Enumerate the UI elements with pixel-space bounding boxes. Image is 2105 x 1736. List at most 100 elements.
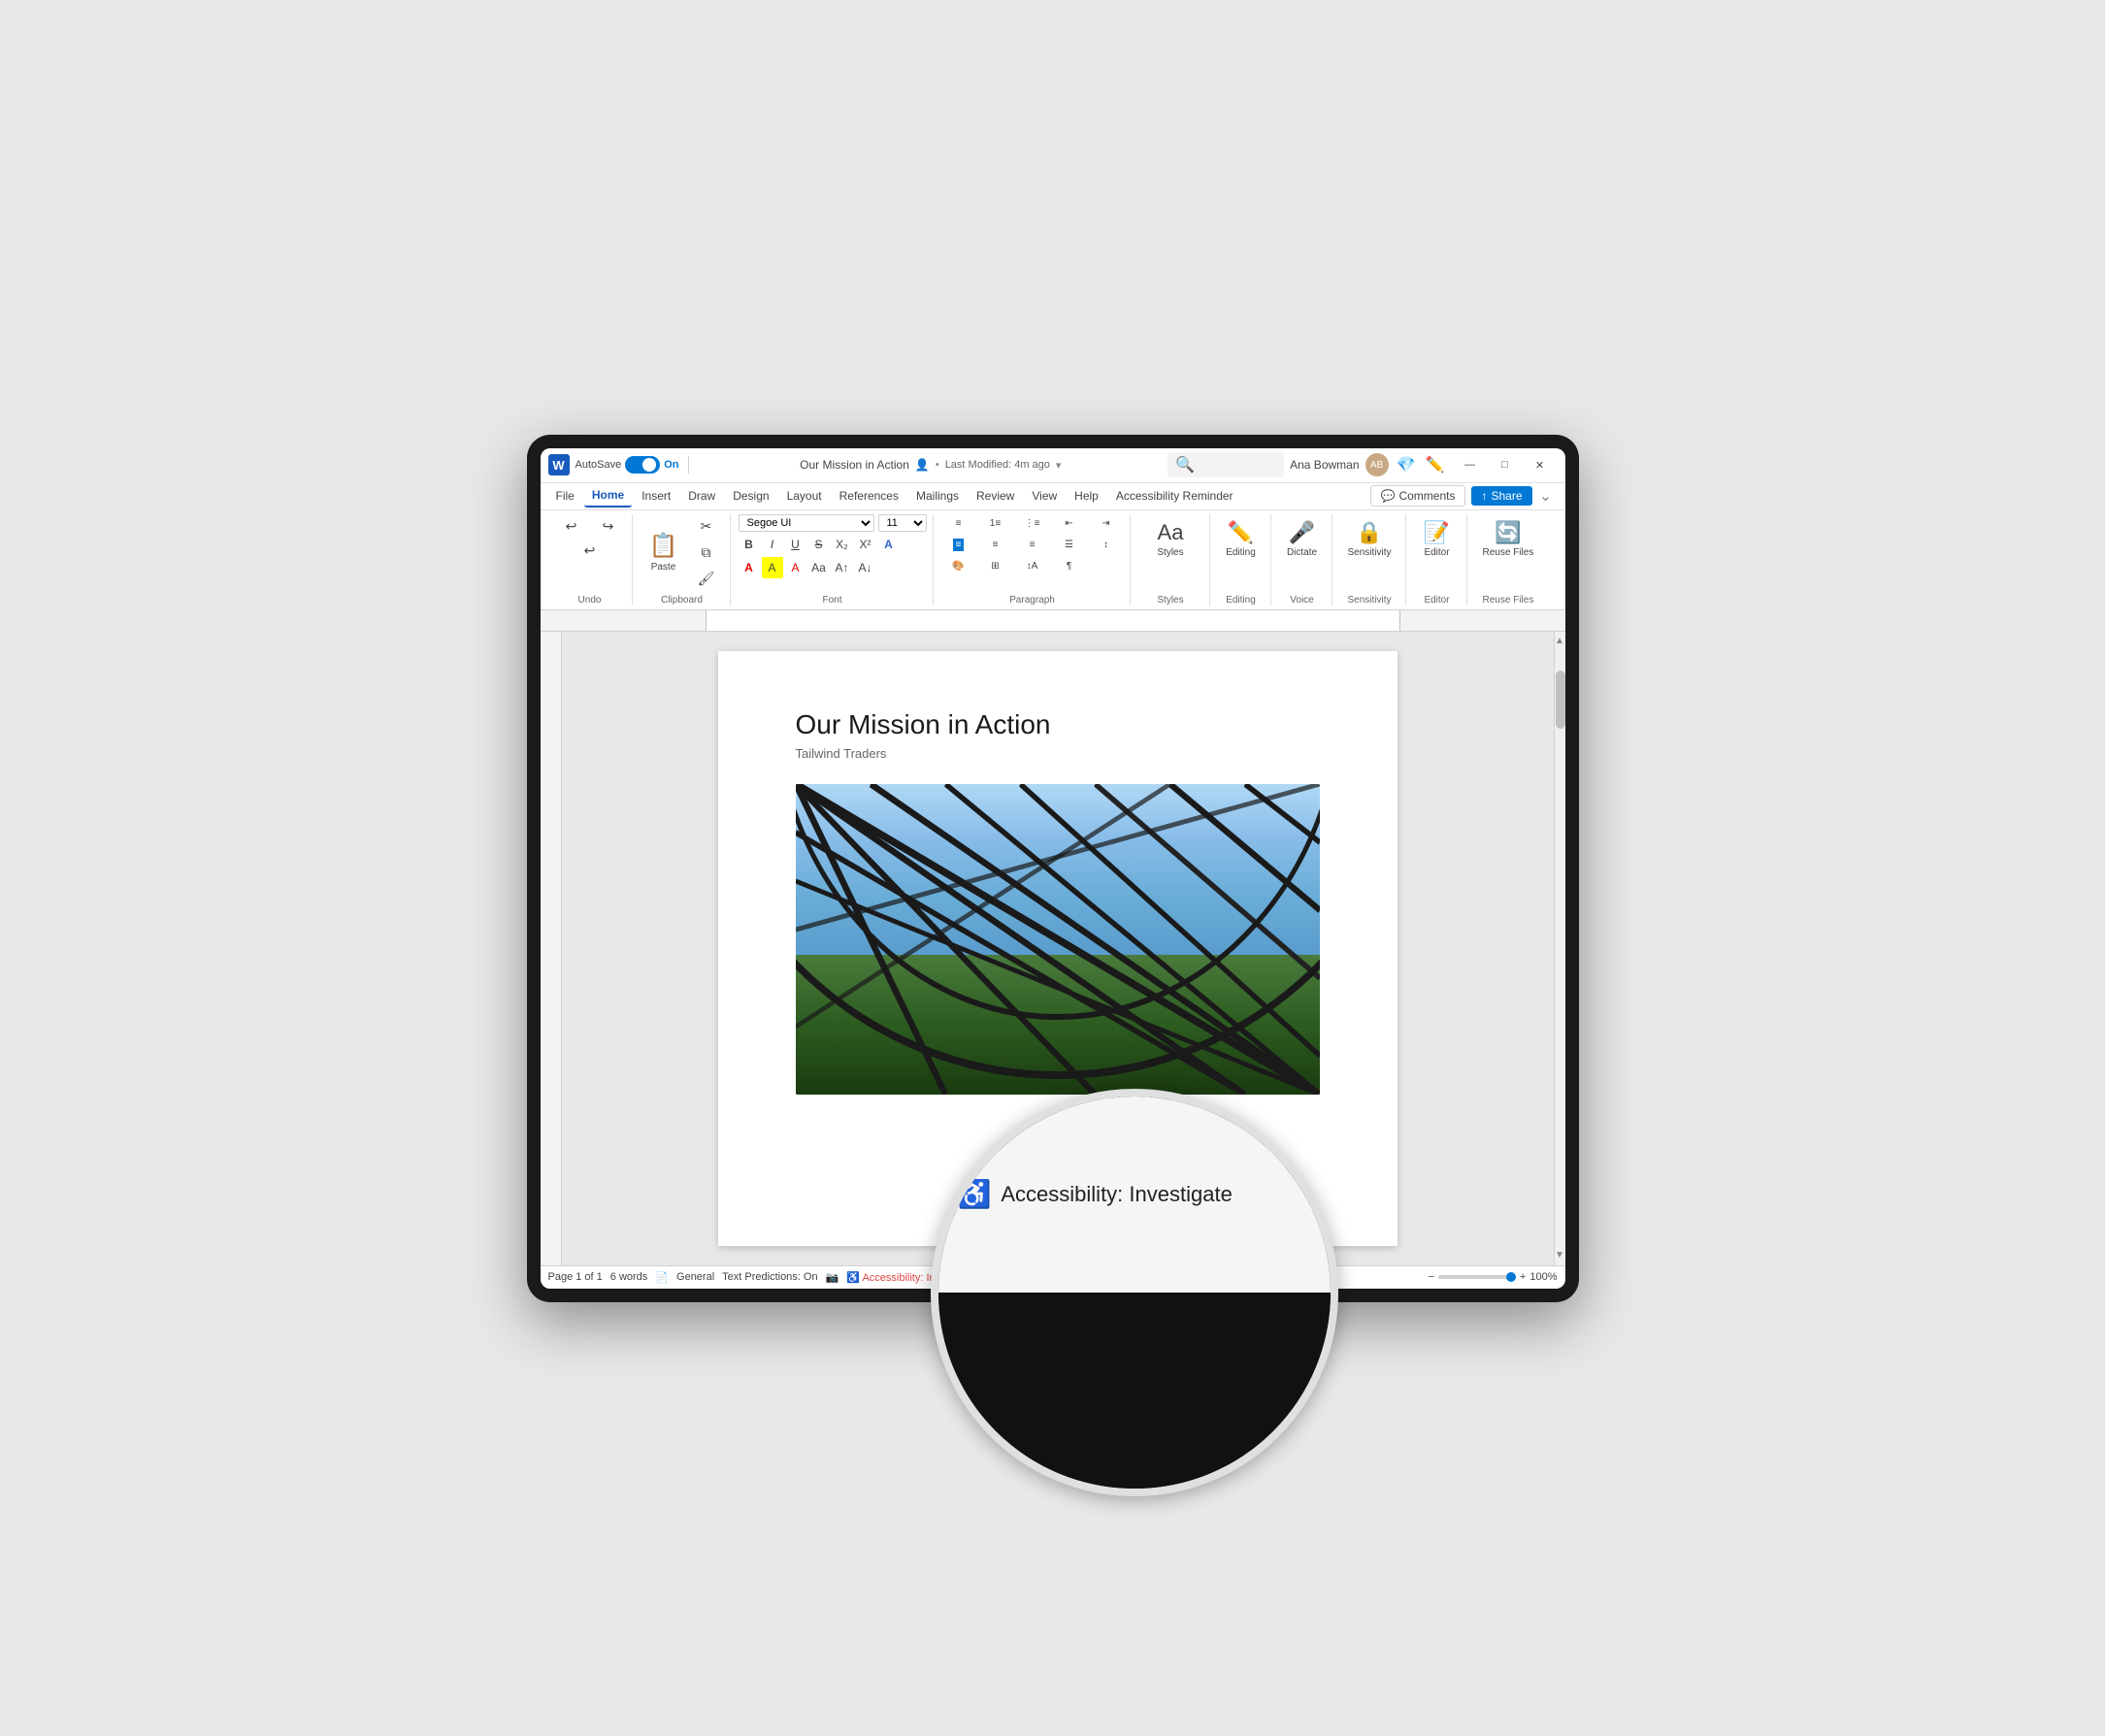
copy-button[interactable]: ⧉ — [689, 540, 724, 565]
scroll-down-button[interactable]: ▼ — [1555, 1246, 1565, 1265]
numbering-icon: 1≡ — [990, 518, 1001, 529]
undo-button2[interactable]: ↩ — [573, 539, 608, 563]
font-size-select[interactable]: 11 — [878, 514, 927, 532]
menu-item-insert[interactable]: Insert — [634, 485, 678, 507]
expand-ribbon-icon[interactable]: ⌄ — [1534, 484, 1558, 508]
menu-item-references[interactable]: References — [832, 485, 906, 507]
accessibility-icon: ♿ — [958, 1178, 992, 1210]
share-button[interactable]: ↑ Share — [1471, 486, 1531, 506]
menu-item-file[interactable]: File — [548, 485, 582, 507]
page-info: Page 1 of 1 — [548, 1271, 603, 1283]
menu-item-draw[interactable]: Draw — [680, 485, 723, 507]
ribbon: ↩ ↪ ↩ Undo 📋 Paste — [541, 510, 1565, 610]
justify-button[interactable]: ☰ — [1052, 536, 1087, 554]
align-center-button[interactable]: ≡ — [978, 536, 1013, 554]
align-right-button[interactable]: ≡ — [1015, 536, 1050, 554]
ribbon-group-editor: 📝 Editor Editor — [1408, 514, 1467, 606]
increase-indent-icon: ⇥ — [1102, 518, 1109, 529]
shading-button[interactable]: 🎨 — [941, 557, 976, 575]
editor-button[interactable]: 📝 Editor — [1414, 514, 1461, 564]
paste-button[interactable]: 📋 Paste — [641, 514, 687, 591]
align-center-icon: ≡ — [993, 540, 999, 550]
undo-button[interactable]: ↩ — [554, 514, 589, 539]
cut-button[interactable]: ✂ — [689, 514, 724, 539]
dictate-button[interactable]: 🎤 Dictate — [1279, 514, 1326, 564]
vertical-ruler — [541, 632, 562, 1265]
numbering-button[interactable]: 1≡ — [978, 514, 1013, 533]
word-count: 6 words — [610, 1271, 648, 1283]
paste-label: Paste — [651, 562, 676, 573]
paragraph-label: Paragraph — [1009, 591, 1055, 606]
scroll-thumb[interactable] — [1556, 671, 1565, 729]
maximize-button[interactable]: □ — [1488, 450, 1523, 479]
shrink-font-button[interactable]: A↓ — [855, 557, 876, 578]
editing-icon: ✏️ — [1228, 520, 1254, 545]
document-image — [796, 784, 1320, 1095]
ribbon-group-font: Segoe UI 11 B I U S X₂ X² A — [733, 514, 934, 606]
sensitivity-button[interactable]: 🔒 Sensitivity — [1340, 514, 1399, 564]
underline-button[interactable]: U — [785, 534, 806, 555]
diamond-icon[interactable]: 💎 — [1395, 453, 1418, 476]
highlight-button[interactable]: A — [762, 557, 783, 578]
increase-indent-button[interactable]: ⇥ — [1089, 514, 1124, 533]
shading-icon: 🎨 — [952, 561, 964, 572]
voice-label: Voice — [1290, 591, 1313, 606]
show-formatting-button[interactable]: ¶ — [1052, 557, 1087, 575]
close-button[interactable]: ✕ — [1523, 450, 1558, 479]
search-box[interactable]: 🔍 — [1168, 452, 1284, 477]
zoom-slider[interactable] — [1438, 1275, 1516, 1279]
bold-button[interactable]: B — [739, 534, 760, 555]
font-color-button[interactable]: A — [739, 557, 760, 578]
multilevel-button[interactable]: ⋮≡ — [1015, 514, 1050, 533]
line-spacing-button[interactable]: ↕ — [1089, 536, 1124, 554]
menu-item-mailings[interactable]: Mailings — [908, 485, 967, 507]
font-family-select[interactable]: Segoe UI — [739, 514, 874, 532]
styles-button[interactable]: Aa Styles — [1147, 514, 1194, 564]
scroll-up-button[interactable]: ▲ — [1555, 632, 1565, 651]
menu-item-help[interactable]: Help — [1067, 485, 1106, 507]
subscript-button[interactable]: X₂ — [832, 534, 853, 555]
vertical-scrollbar[interactable]: ▲ ▼ — [1554, 632, 1565, 1265]
text-effects-button[interactable]: A — [878, 534, 900, 555]
camera-icon: 📷 — [826, 1271, 839, 1284]
menu-item-layout[interactable]: Layout — [779, 485, 830, 507]
menu-bar: File Home Insert Draw Design Layout Refe… — [541, 483, 1565, 510]
comments-button[interactable]: 💬 Comments — [1370, 485, 1466, 507]
borders-button[interactable]: ⊞ — [978, 557, 1013, 575]
redo-button[interactable]: ↪ — [591, 514, 626, 539]
avatar[interactable]: AB — [1365, 453, 1389, 476]
change-case-button[interactable]: Aa — [808, 557, 830, 578]
menu-item-design[interactable]: Design — [725, 485, 776, 507]
editing-button[interactable]: ✏️ Editing — [1218, 514, 1265, 564]
sort-button[interactable]: ↕A — [1015, 557, 1050, 575]
line-spacing-icon: ↕ — [1103, 540, 1108, 550]
dropdown-chevron-icon[interactable]: ▾ — [1056, 459, 1062, 472]
decrease-indent-button[interactable]: ⇤ — [1052, 514, 1087, 533]
superscript-button[interactable]: X² — [855, 534, 876, 555]
zoom-in-button[interactable]: + — [1520, 1271, 1526, 1283]
minimize-button[interactable]: — — [1453, 450, 1488, 479]
reuse-group-label: Reuse Files — [1483, 591, 1534, 606]
pen-icon[interactable]: ✏️ — [1424, 453, 1447, 476]
menu-item-home[interactable]: Home — [584, 484, 632, 508]
font-color2-button[interactable]: A — [785, 557, 806, 578]
styles-group-label: Styles — [1157, 591, 1183, 606]
autosave-toggle[interactable] — [625, 456, 660, 474]
borders-icon: ⊞ — [991, 561, 999, 572]
scroll-track[interactable] — [1555, 748, 1565, 1246]
bullets-icon: ≡ — [956, 518, 962, 529]
strikethrough-button[interactable]: S — [808, 534, 830, 555]
zoom-out-button[interactable]: − — [1428, 1271, 1433, 1283]
format-painter-button[interactable]: 🖌 — [689, 567, 724, 591]
sensitivity-group-label: Sensitivity — [1348, 591, 1392, 606]
ribbon-group-paragraph: ≡ 1≡ ⋮≡ ⇤ ⇥ ≡ ≡ ≡ ☰ ↕ 🎨 — [936, 514, 1131, 606]
menu-item-view[interactable]: View — [1024, 485, 1065, 507]
reuse-files-button[interactable]: 🔄 Reuse Files — [1475, 514, 1542, 564]
menu-item-accessibility[interactable]: Accessibility Reminder — [1108, 485, 1241, 507]
grow-font-button[interactable]: A↑ — [832, 557, 853, 578]
bullets-button[interactable]: ≡ — [941, 514, 976, 533]
italic-button[interactable]: I — [762, 534, 783, 555]
sensitivity-label: Sensitivity — [1348, 547, 1392, 558]
menu-item-review[interactable]: Review — [969, 485, 1022, 507]
align-left-button[interactable]: ≡ — [941, 535, 976, 555]
